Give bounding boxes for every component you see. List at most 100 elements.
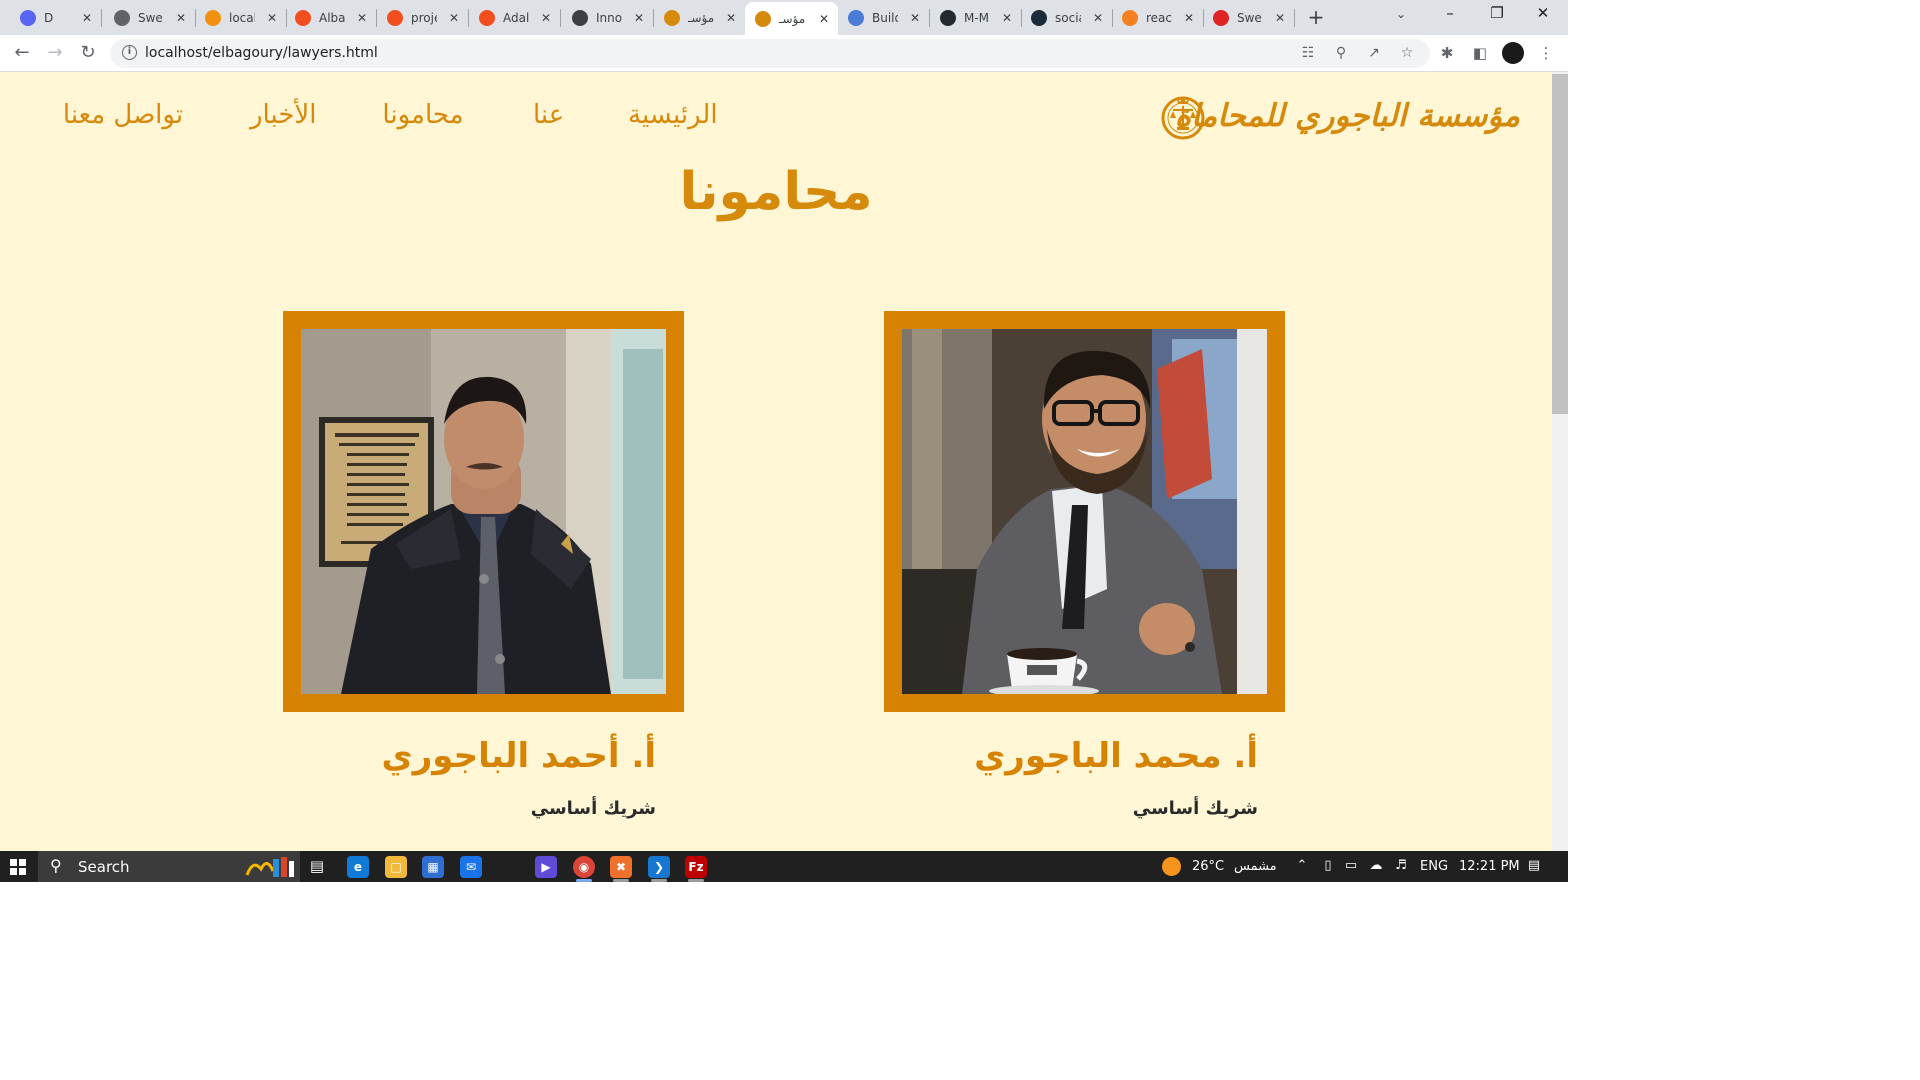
tab-separator (101, 9, 102, 27)
reload-icon[interactable]: ↻ (77, 42, 99, 63)
site-info-icon[interactable]: i (122, 45, 137, 60)
address-bar-url[interactable]: localhost/elbagoury/lawyers.html (145, 45, 378, 61)
app-indicator (651, 879, 667, 882)
device-icon[interactable]: ▯ (1320, 858, 1336, 873)
mail-icon[interactable]: ✉ (460, 856, 482, 878)
close-tab-icon[interactable]: ✕ (1090, 11, 1106, 25)
weather-sun-icon[interactable] (1162, 857, 1181, 876)
browser-tab[interactable]: M-M ✕ (930, 3, 1021, 32)
language-indicator[interactable]: ENG (1420, 859, 1448, 874)
menu-kebab-icon[interactable]: ⋮ (1536, 44, 1556, 62)
close-tab-icon[interactable]: ✕ (538, 11, 554, 25)
close-tab-icon[interactable]: ✕ (264, 11, 280, 25)
edge-icon[interactable]: e (347, 856, 369, 878)
close-tab-icon[interactable]: ✕ (79, 11, 95, 25)
react-icon (848, 9, 864, 26)
nav-about[interactable]: عنا (533, 100, 564, 130)
close-tab-icon[interactable]: ✕ (723, 11, 739, 25)
close-tab-icon[interactable]: ✕ (173, 11, 189, 25)
tab-title: proje (411, 10, 437, 25)
tab-title: local (229, 10, 255, 25)
tab-title: مؤسـ (779, 11, 805, 26)
tab-title: Swe (1237, 10, 1262, 25)
profile-avatar[interactable] (1502, 42, 1524, 64)
nav-contact[interactable]: تواصل معنا (60, 100, 186, 130)
translate-icon[interactable]: ☷ (1299, 45, 1317, 61)
nav-news[interactable]: الأخبار (250, 100, 316, 130)
scrollbar-thumb[interactable] (1552, 74, 1568, 414)
browser-tab[interactable]: react ✕ (1112, 3, 1203, 32)
zoom-icon[interactable]: ⚲ (1332, 45, 1350, 61)
weather-desc[interactable]: مشمس (1234, 859, 1277, 874)
browser-tab[interactable]: Swe ✕ (1203, 3, 1294, 32)
volume-icon[interactable]: ♬ (1393, 858, 1409, 873)
site-logo[interactable]: مؤسسة الباجوري للمحاماة (1160, 90, 1520, 150)
new-tab-icon[interactable]: + (1305, 5, 1327, 29)
web-page: تواصل معنا الأخبار محامونا عنا الرئيسية … (0, 72, 1552, 851)
browser-tab[interactable]: Inno ✕ (562, 3, 653, 32)
battery-icon[interactable]: ▭ (1343, 858, 1359, 873)
browser-tab[interactable]: Swe ✕ (104, 3, 195, 32)
vscode-icon[interactable]: ❯ (648, 856, 670, 878)
tab-title: Adal (503, 10, 529, 25)
browser-tab[interactable]: local ✕ (195, 3, 286, 32)
close-tab-icon[interactable]: ✕ (907, 11, 923, 25)
lawyer-role: شريك أساسي (1132, 798, 1258, 819)
notifications-icon[interactable]: ▤ (1526, 858, 1542, 873)
close-tab-icon[interactable]: ✕ (446, 11, 462, 25)
chrome-icon[interactable]: ◉ (573, 856, 595, 878)
browser-tab[interactable]: proje ✕ (377, 3, 468, 32)
lawyer-name: أ. محمد الباجوري (974, 736, 1258, 776)
github-icon (940, 9, 956, 26)
browser-tab[interactable]: D ✕ (10, 3, 101, 32)
weather-temp[interactable]: 26°C (1192, 859, 1224, 874)
windows-start-icon[interactable] (10, 859, 26, 875)
search-highlight-icon (245, 857, 294, 877)
address-bar[interactable]: i localhost/elbagoury/lawyers.html (110, 39, 1430, 68)
app-icon[interactable]: ▶ (535, 856, 557, 878)
minimize-icon[interactable]: – (1440, 4, 1460, 22)
figma-icon (295, 9, 311, 26)
back-icon[interactable]: ← (11, 42, 33, 63)
browser-tab[interactable]: Alba ✕ (285, 3, 376, 32)
bookmark-star-icon[interactable]: ☆ (1398, 45, 1416, 61)
file-explorer-icon[interactable]: □ (385, 856, 407, 878)
chevron-up-icon[interactable]: ⌃ (1294, 858, 1310, 873)
cloud-icon[interactable]: ☁ (1368, 858, 1384, 873)
share-icon[interactable]: ↗ (1365, 45, 1383, 61)
browser-tab[interactable]: مؤسـ ✕ (654, 3, 745, 32)
browser-tab[interactable]: socia ✕ (1021, 3, 1112, 32)
side-panel-icon[interactable]: ◧ (1470, 44, 1490, 62)
lawyer-name: أ. أحمد الباجوري (381, 736, 656, 776)
tab-separator (560, 9, 561, 27)
forward-icon[interactable]: → (44, 42, 66, 63)
page-scrollbar[interactable] (1552, 72, 1568, 851)
nav-home[interactable]: الرئيسية (628, 100, 718, 130)
taskbar-search[interactable]: ⚲ Search (38, 851, 300, 882)
lawyer-photo (301, 329, 666, 694)
close-window-icon[interactable]: ✕ (1533, 4, 1553, 22)
tab-search-chevron-icon[interactable]: ⌄ (1396, 7, 1406, 21)
close-tab-icon[interactable]: ✕ (999, 11, 1015, 25)
logo-text: مؤسسة الباجوري للمحاماة (1174, 98, 1520, 134)
clock-time[interactable]: 12:21 PM (1459, 859, 1520, 874)
filezilla-icon[interactable]: Fz (685, 856, 707, 878)
xampp-icon[interactable]: ✖ (610, 856, 632, 878)
close-tab-icon[interactable]: ✕ (816, 12, 832, 26)
lawyer-photo (902, 329, 1267, 694)
browser-tab[interactable]: مؤسـ ✕ (745, 2, 838, 35)
task-view-icon[interactable]: ▤ (309, 857, 325, 875)
restore-icon[interactable]: ❐ (1487, 4, 1507, 22)
close-tab-icon[interactable]: ✕ (631, 11, 647, 25)
search-icon: ⚲ (50, 856, 62, 875)
tab-title: D (44, 10, 54, 25)
browser-tab[interactable]: Build ✕ (838, 3, 929, 32)
nav-lawyers[interactable]: محامونا (379, 100, 467, 130)
app-indicator (688, 879, 704, 882)
close-tab-icon[interactable]: ✕ (1272, 11, 1288, 25)
store-icon[interactable]: ▦ (422, 856, 444, 878)
browser-tab[interactable]: Adal ✕ (469, 3, 560, 32)
close-tab-icon[interactable]: ✕ (1181, 11, 1197, 25)
extensions-icon[interactable]: ✱ (1437, 44, 1457, 62)
close-tab-icon[interactable]: ✕ (354, 11, 370, 25)
